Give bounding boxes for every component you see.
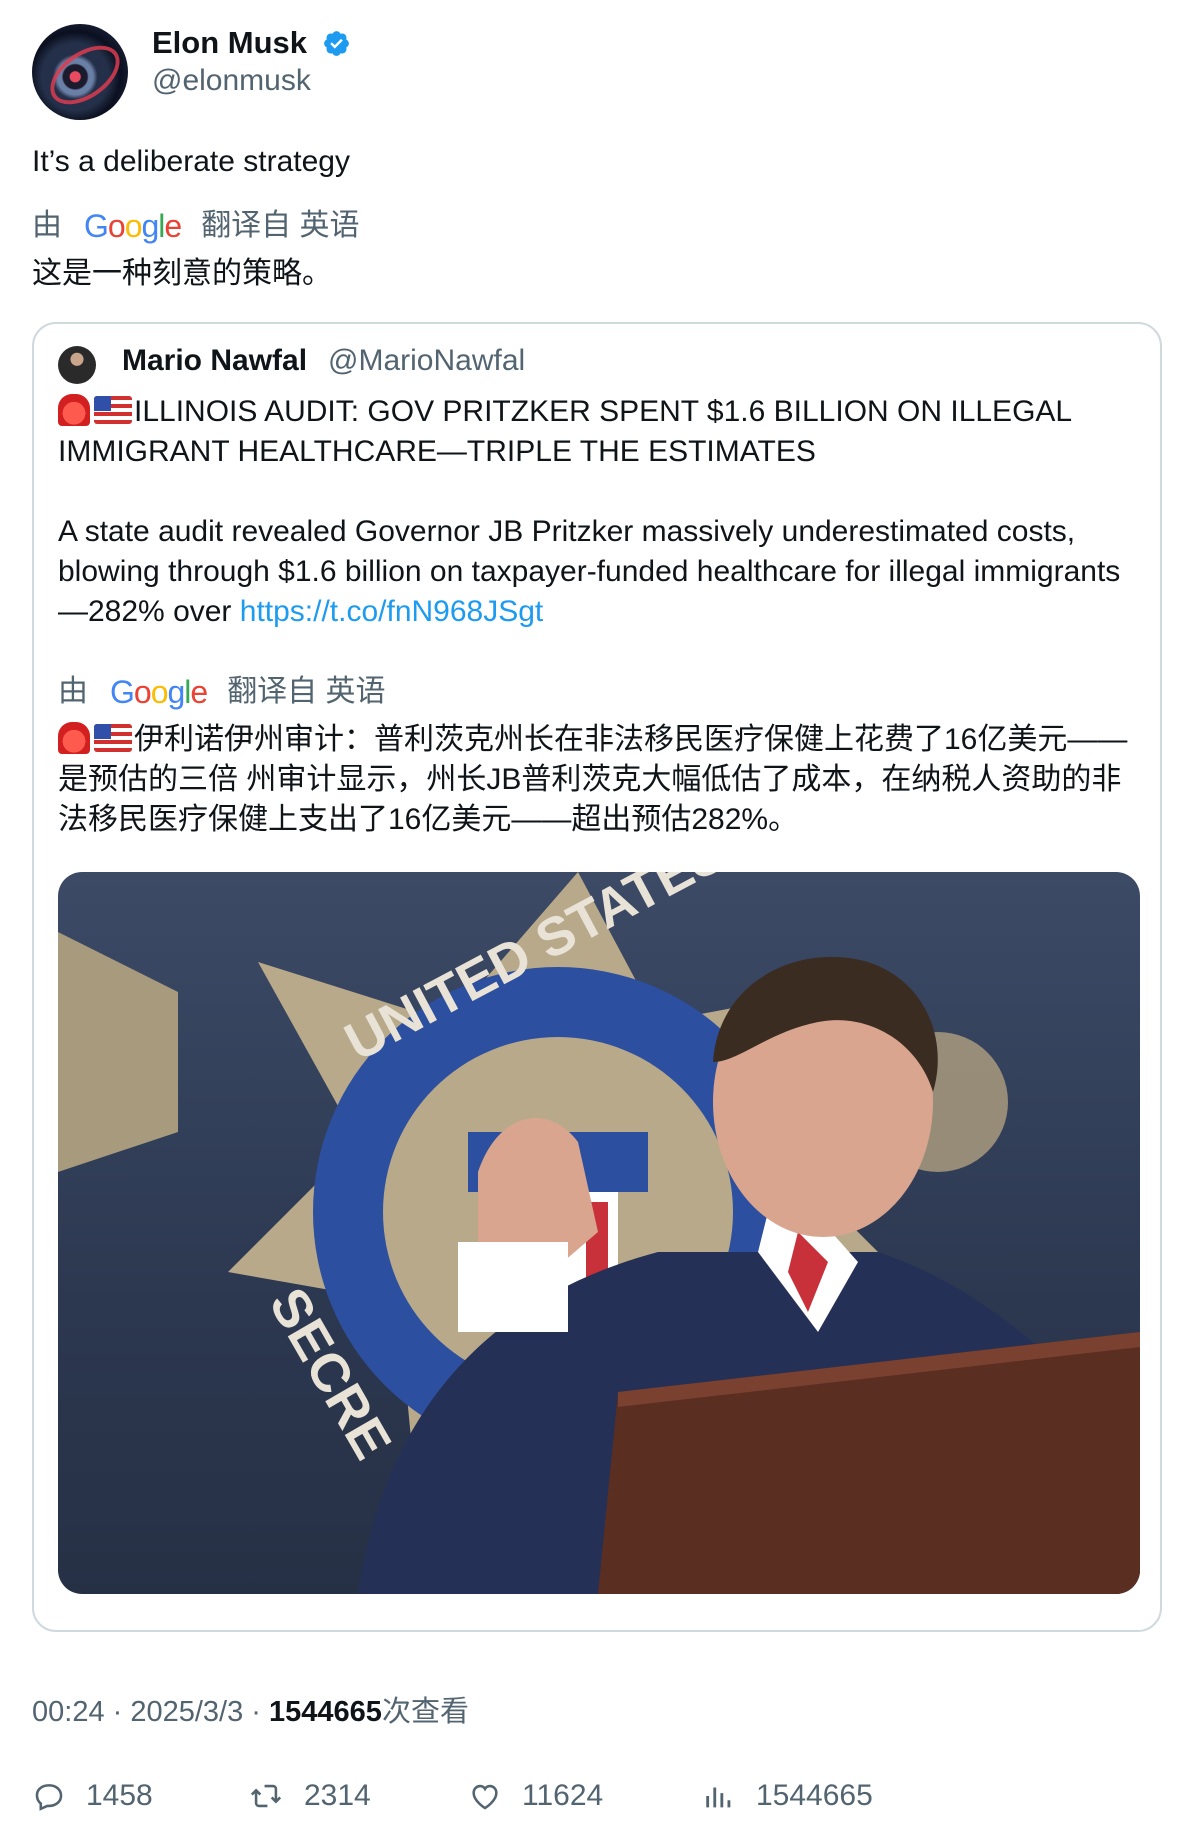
- like-button[interactable]: 11624: [468, 1776, 603, 1816]
- quote-link[interactable]: https://t.co/fnN968JSgt: [240, 595, 544, 628]
- google-logo[interactable]: Google: [110, 672, 208, 712]
- author-avatar[interactable]: [32, 24, 128, 120]
- author-handle[interactable]: @elonmusk: [152, 62, 311, 100]
- quote-translation-attribution: 由 Google 翻译自 英语: [58, 672, 386, 712]
- quote-author-handle[interactable]: @MarioNawfal: [328, 341, 525, 381]
- us-flag-emoji: [94, 724, 132, 752]
- views-button[interactable]: 1544665: [702, 1776, 873, 1816]
- retweet-count: 2314: [304, 1779, 371, 1812]
- quote-translated-text: 伊利诺伊州审计：普利茨克州长在非法移民医疗保健上花费了16亿美元——是预估的三倍…: [58, 720, 1138, 840]
- reply-count: 1458: [86, 1779, 153, 1812]
- views-icon: [706, 1787, 731, 1808]
- like-count: 11624: [522, 1779, 604, 1812]
- retweet-icon: [250, 1784, 282, 1808]
- retweet-button[interactable]: 2314: [248, 1776, 371, 1816]
- translation-attribution: 由 Google 翻译自 英语: [32, 206, 360, 246]
- quote-translation-by-label: 由: [58, 675, 88, 708]
- reply-icon: [35, 1784, 63, 1811]
- tweet-metadata: 00:24 · 2025/3/3 · 1544665次查看: [32, 1692, 469, 1732]
- translation-by-label: 由: [32, 209, 62, 242]
- quote-author-name[interactable]: Mario Nawfal: [122, 341, 307, 381]
- quote-body: A state audit revealed Governor JB Pritz…: [58, 512, 1138, 632]
- translated-text: 这是一种刻意的策略。: [32, 257, 332, 290]
- author-name[interactable]: Elon Musk: [152, 24, 307, 62]
- quote-translation-source-label[interactable]: 翻译自 英语: [227, 672, 385, 712]
- meta-separator: ·: [243, 1696, 270, 1728]
- quote-headline: ILLINOIS AUDIT: GOV PRITZKER SPENT $1.6 …: [58, 392, 1138, 472]
- tweet-time[interactable]: 00:24: [32, 1696, 105, 1728]
- tweet-text: It’s a deliberate strategy: [32, 145, 350, 178]
- tweet-date[interactable]: 2025/3/3: [130, 1696, 243, 1728]
- verified-badge-icon: [324, 31, 349, 56]
- quote-author-avatar[interactable]: [58, 346, 96, 384]
- views-stat-count: 1544665: [756, 1779, 873, 1812]
- siren-emoji: [58, 394, 90, 426]
- reply-button[interactable]: 1458: [32, 1776, 153, 1816]
- quote-body-text: A state audit revealed Governor JB Pritz…: [58, 515, 1121, 628]
- views-count: 1544665: [269, 1696, 382, 1728]
- meta-separator: ·: [104, 1696, 131, 1728]
- siren-emoji: [58, 722, 90, 754]
- quote-photo[interactable]: UNITED STATES SECRE: [58, 872, 1140, 1594]
- secret-service-badge-image: UNITED STATES SECRE: [58, 872, 1140, 1594]
- us-flag-emoji: [94, 396, 132, 424]
- quote-headline-text: ILLINOIS AUDIT: GOV PRITZKER SPENT $1.6 …: [58, 395, 1080, 468]
- translation-source-label[interactable]: 翻译自 英语: [201, 206, 359, 246]
- views-label: 次查看: [381, 1696, 469, 1728]
- like-icon: [472, 1784, 498, 1810]
- quote-translated-text-content: 伊利诺伊州审计：普利茨克州长在非法移民医疗保健上花费了16亿美元——是预估的三倍…: [58, 723, 1128, 836]
- google-logo[interactable]: Google: [84, 206, 182, 246]
